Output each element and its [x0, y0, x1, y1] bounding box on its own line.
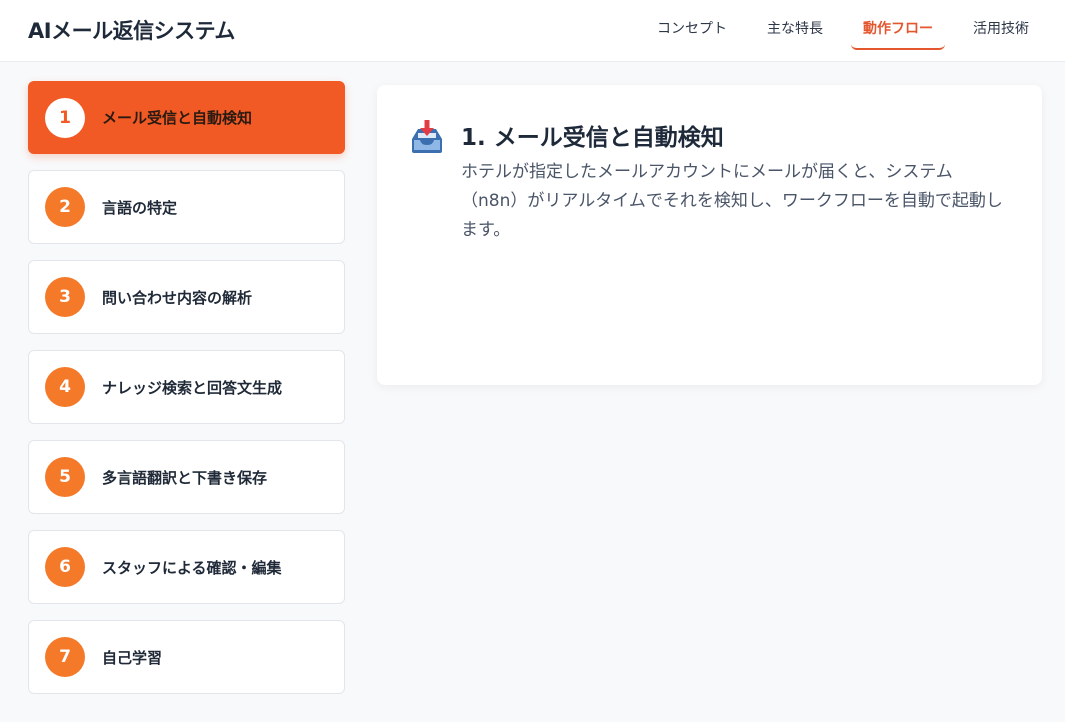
step-button-7[interactable]: 7 自己学習	[28, 620, 345, 694]
step-number-badge: 5	[45, 457, 85, 497]
step-detail-title: 1. メール受信と自動検知	[461, 125, 724, 151]
nav-item-features[interactable]: 主な特長	[755, 18, 835, 50]
step-button-6[interactable]: 6 スタッフによる確認・編集	[28, 530, 345, 604]
step-label: 自己学習	[102, 648, 163, 667]
inbox-tray-icon	[408, 119, 446, 157]
step-button-3[interactable]: 3 問い合わせ内容の解析	[28, 260, 345, 334]
workflow-step-list: 1 メール受信と自動検知 2 言語の特定 3 問い合わせ内容の解析 4 ナレッジ…	[28, 81, 345, 710]
step-label: 問い合わせ内容の解析	[102, 288, 253, 307]
step-number-badge: 4	[45, 367, 85, 407]
step-label: 言語の特定	[102, 198, 178, 217]
nav-item-workflow[interactable]: 動作フロー	[851, 18, 945, 50]
top-header: AIメール返信システム コンセプト 主な特長 動作フロー 活用技術	[0, 0, 1065, 62]
step-button-1[interactable]: 1 メール受信と自動検知	[28, 81, 345, 154]
nav-item-technology[interactable]: 活用技術	[961, 18, 1041, 50]
step-number-badge: 3	[45, 277, 85, 317]
step-detail-card: 1. メール受信と自動検知 ホテルが指定したメールアカウントにメールが届くと、シ…	[377, 85, 1042, 385]
step-detail-description: ホテルが指定したメールアカウントにメールが届くと、システム（n8n）がリアルタイ…	[461, 162, 1003, 240]
step-label: メール受信と自動検知	[102, 109, 253, 127]
step-number-badge: 7	[45, 637, 85, 677]
step-number-badge: 1	[45, 97, 85, 138]
step-label: ナレッジ検索と回答文生成	[102, 378, 283, 397]
step-label: 多言語翻訳と下書き保存	[102, 468, 268, 487]
step-number-badge: 2	[45, 187, 85, 227]
nav-item-concept[interactable]: コンセプト	[645, 18, 739, 50]
step-button-2[interactable]: 2 言語の特定	[28, 170, 345, 244]
step-button-4[interactable]: 4 ナレッジ検索と回答文生成	[28, 350, 345, 424]
step-button-5[interactable]: 5 多言語翻訳と下書き保存	[28, 440, 345, 514]
step-label: スタッフによる確認・編集	[102, 558, 282, 577]
app-title[interactable]: AIメール返信システム	[28, 15, 235, 45]
main-nav: コンセプト 主な特長 動作フロー 活用技術	[629, 18, 1041, 50]
step-number-badge: 6	[45, 547, 85, 587]
